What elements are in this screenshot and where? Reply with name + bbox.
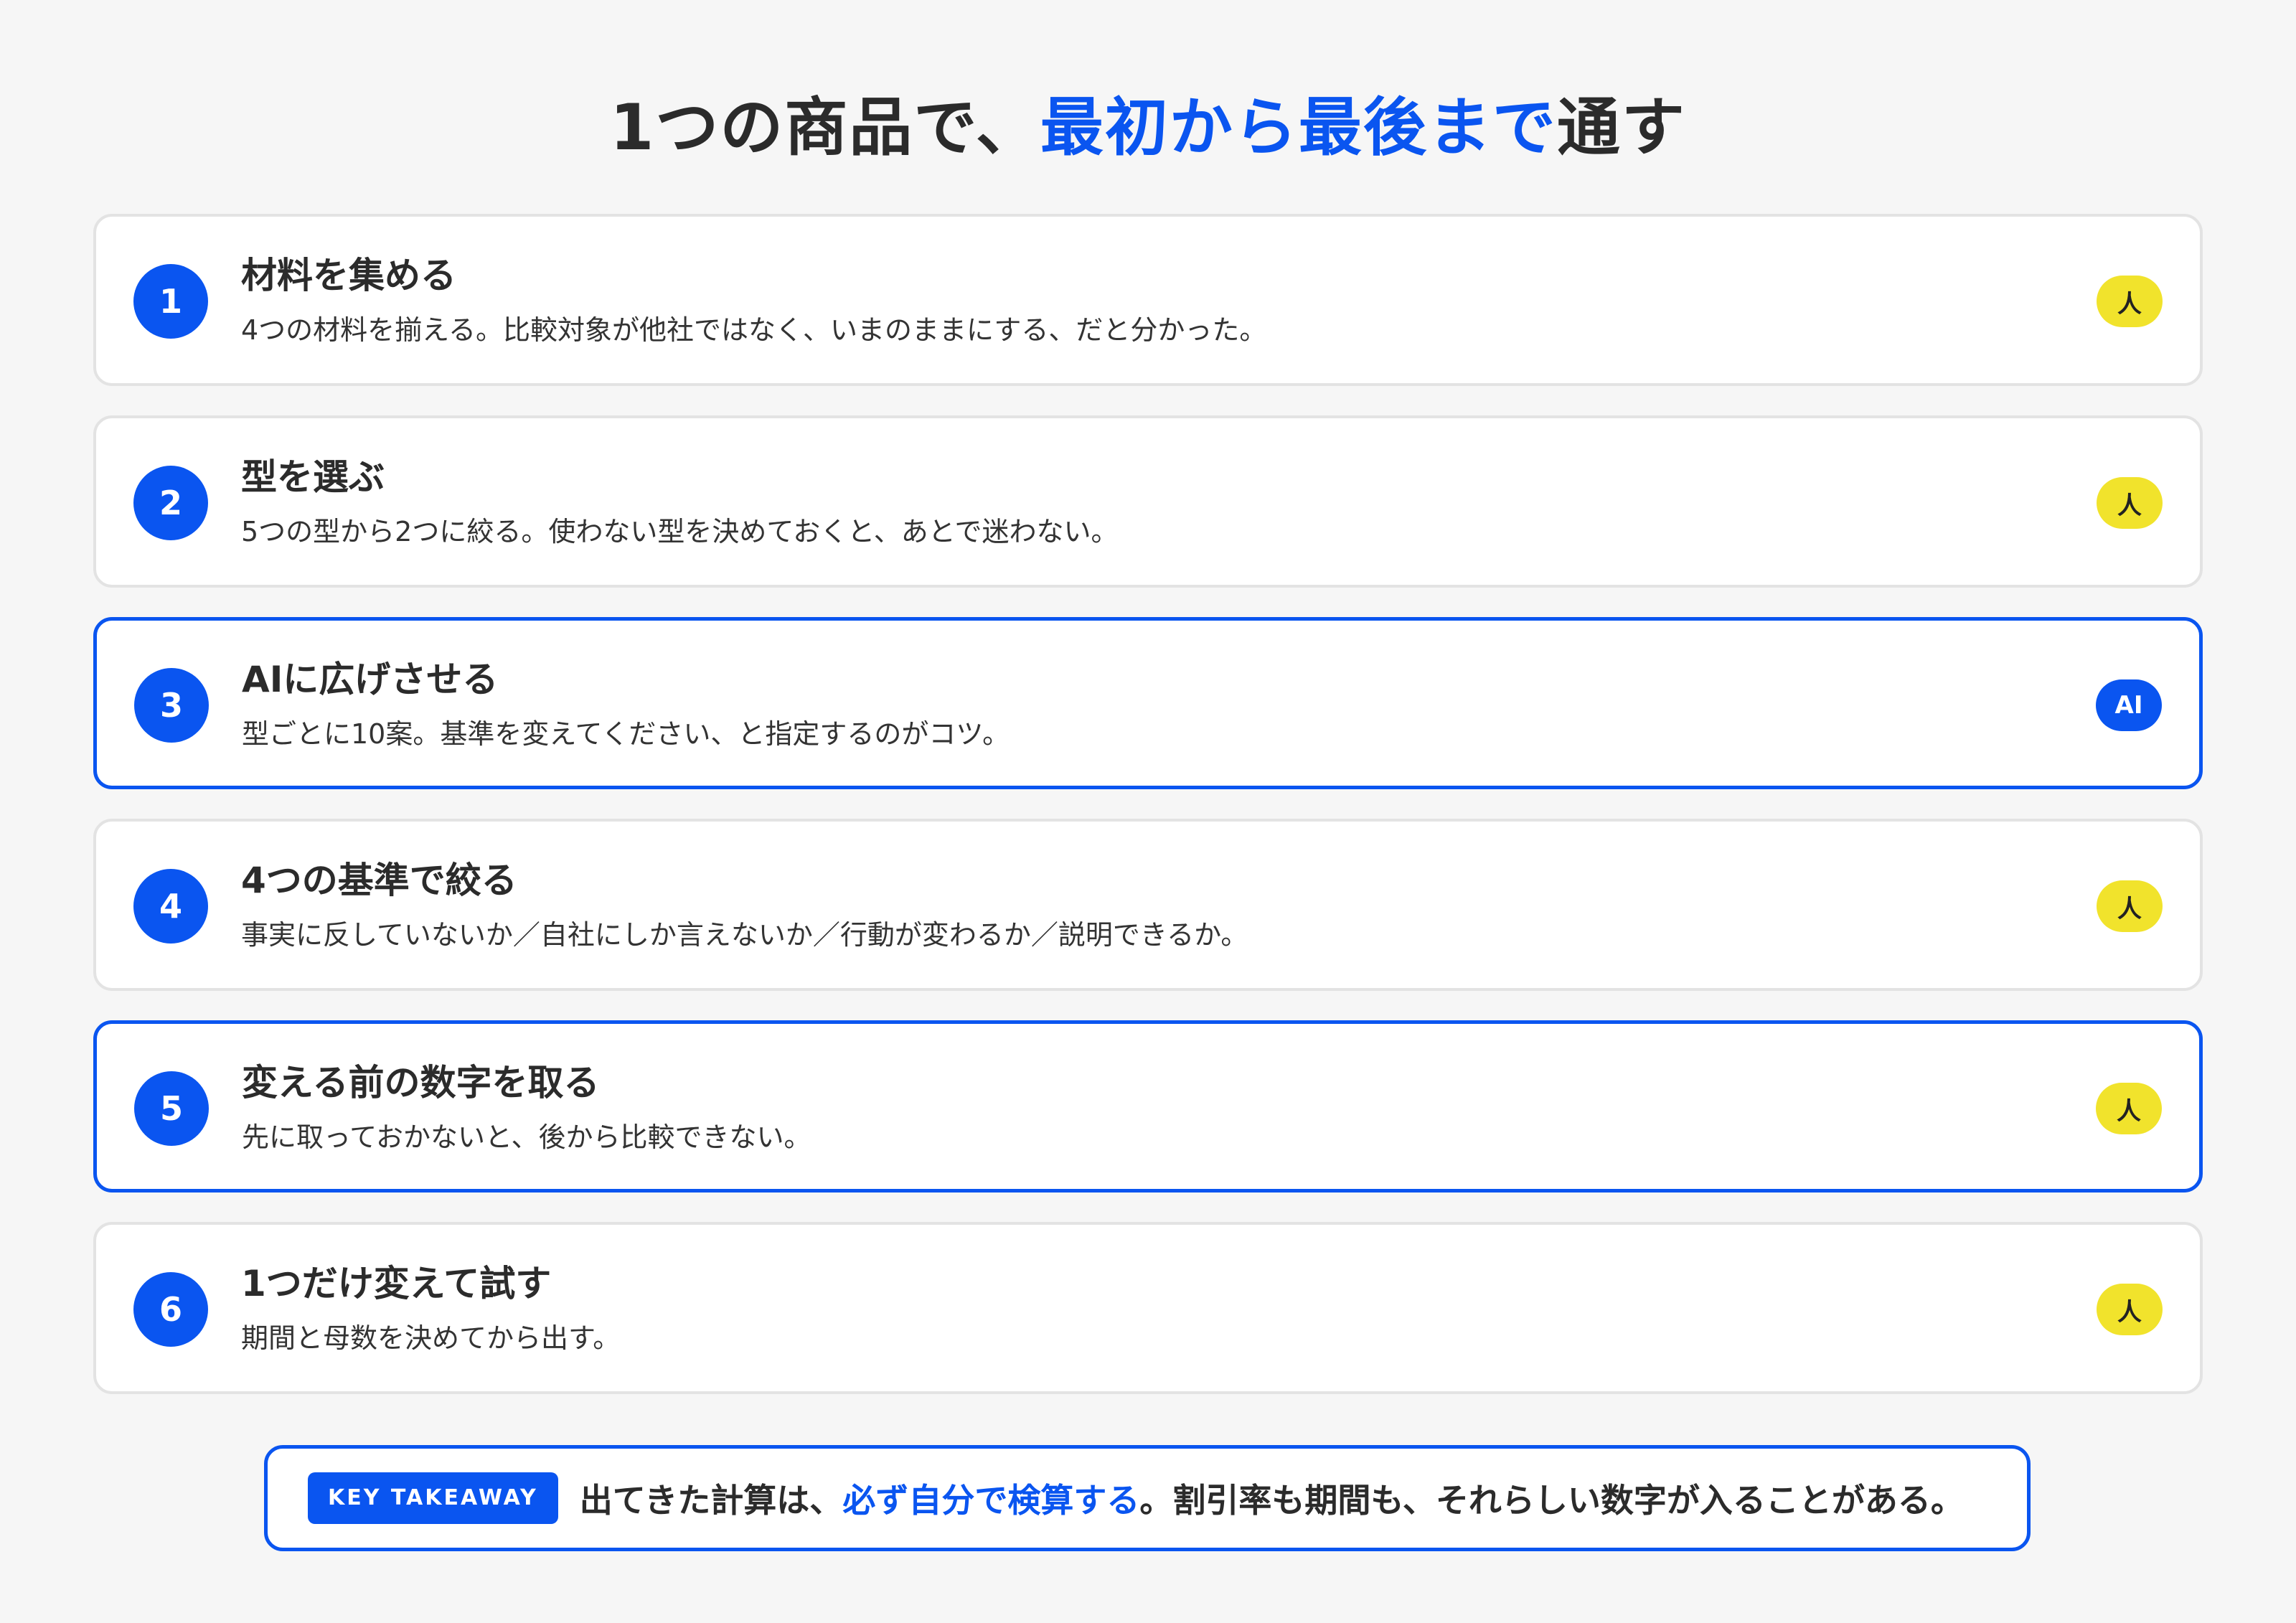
human-badge: 人 <box>2097 276 2163 327</box>
step-description: 型ごとに10案。基準を変えてください、と指定するのがコツ。 <box>242 718 1010 750</box>
step-card-2: 2 型を選ぶ 5つの型から2つに絞る。使わない型を決めておくと、あとで迷わない。… <box>93 415 2203 588</box>
title-prefix: 1つの商品で、 <box>610 90 1040 164</box>
step-description: 先に取っておかないと、後から比較できない。 <box>242 1121 811 1153</box>
step-number: 5 <box>134 1071 209 1146</box>
step-description: 5つの型から2つに絞る。使わない型を決めておくと、あとで迷わない。 <box>241 516 1119 547</box>
step-number: 6 <box>133 1272 208 1347</box>
step-list: 1 材料を集める 4つの材料を揃える。比較対象が他社ではなく、いまのままにする、… <box>93 214 2203 1424</box>
step-title: 4つの基準で絞る <box>241 860 517 901</box>
step-number: 4 <box>133 869 208 944</box>
key-takeaway-box: KEY TAKEAWAY 出てきた計算は、必ず自分で検算する。割引率も期間も、そ… <box>264 1445 2031 1551</box>
step-card-1: 1 材料を集める 4つの材料を揃える。比較対象が他社ではなく、いまのままにする、… <box>93 214 2203 386</box>
step-description: 事実に反していないか／自社にしか言えないか／行動が変わるか／説明できるか。 <box>241 919 1248 951</box>
key-takeaway-tag: KEY TAKEAWAY <box>308 1472 558 1524</box>
title-accent: 最初から最後まで <box>1040 90 1557 164</box>
takeaway-prefix: 出てきた計算は、 <box>579 1481 843 1520</box>
page-title: 1つの商品で、最初から最後まで通す <box>0 85 2296 171</box>
step-card-5: 5 変える前の数字を取る 先に取っておかないと、後から比較できない。 人 <box>93 1020 2203 1192</box>
step-description: 期間と母数を決めてから出す。 <box>241 1322 621 1354</box>
step-number: 1 <box>133 264 208 339</box>
human-badge: 人 <box>2097 1284 2163 1335</box>
human-badge: 人 <box>2097 880 2163 932</box>
step-card-3: 3 AIに広げさせる 型ごとに10案。基準を変えてください、と指定するのがコツ。… <box>93 617 2203 789</box>
human-badge: 人 <box>2097 477 2163 529</box>
step-title: 1つだけ変えて試す <box>241 1263 552 1304</box>
step-title: AIに広げさせる <box>242 659 499 700</box>
step-card-6: 6 1つだけ変えて試す 期間と母数を決めてから出す。 人 <box>93 1222 2203 1394</box>
step-title: 型を選ぶ <box>241 456 385 498</box>
step-card-4: 4 4つの基準で絞る 事実に反していないか／自社にしか言えないか／行動が変わるか… <box>93 819 2203 991</box>
human-badge: 人 <box>2096 1083 2162 1134</box>
step-title: 材料を集める <box>241 255 456 296</box>
step-number: 3 <box>134 668 209 743</box>
takeaway-text: 出てきた計算は、必ず自分で検算する。割引率も期間も、それらしい数字が入ることがあ… <box>580 1474 1964 1522</box>
takeaway-suffix: 。割引率も期間も、それらしい数字が入ることがある。 <box>1139 1481 1964 1520</box>
step-description: 4つの材料を揃える。比較対象が他社ではなく、いまのままにする、だと分かった。 <box>241 314 1267 346</box>
step-title: 変える前の数字を取る <box>242 1062 600 1104</box>
ai-badge: AI <box>2096 679 2162 731</box>
step-number: 2 <box>133 466 208 540</box>
takeaway-accent: 必ず自分で検算する <box>842 1481 1140 1520</box>
title-suffix: 通す <box>1556 90 1686 164</box>
